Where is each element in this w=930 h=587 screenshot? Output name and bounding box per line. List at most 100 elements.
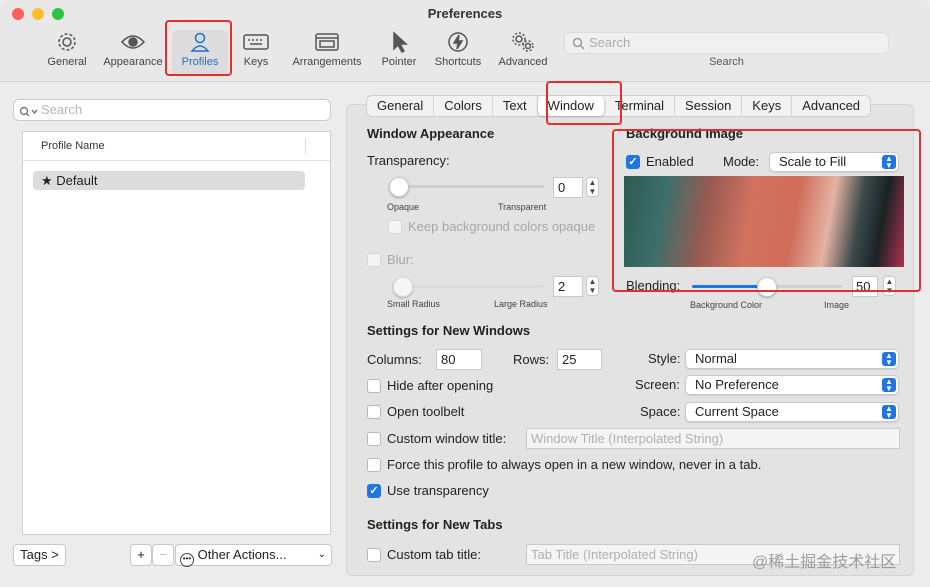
new-tabs-heading: Settings for New Tabs <box>367 517 503 532</box>
star-icon: ★ <box>41 173 53 188</box>
toolbar-general[interactable]: General <box>44 30 90 68</box>
profile-search-input[interactable]: Search <box>13 99 331 121</box>
search-icon <box>19 104 39 124</box>
transparent-label: Transparent <box>498 202 547 212</box>
toolbar-label: Shortcuts <box>434 56 482 68</box>
force-new-window-checkbox[interactable] <box>367 458 381 472</box>
small-radius-label: Small Radius <box>387 299 441 309</box>
space-value: Current Space <box>695 404 779 419</box>
toolbar-search-input[interactable]: Search <box>564 32 889 54</box>
open-toolbelt-label: Open toolbelt <box>387 404 465 419</box>
tags-button[interactable]: Tags > <box>13 544 66 566</box>
rows-label: Rows: <box>513 352 550 367</box>
screen-select[interactable]: No Preference ▲ ▼ <box>685 375 899 395</box>
space-select[interactable]: Current Space ▲ ▼ <box>685 402 899 422</box>
tab-general[interactable]: General <box>367 96 435 116</box>
other-actions-dropdown[interactable]: ••• Other Actions... ⌄ <box>175 544 332 567</box>
transparency-slider-track[interactable] <box>392 185 544 188</box>
blur-checkbox[interactable] <box>367 253 381 267</box>
profile-row-default[interactable]: ★ Default <box>33 171 305 190</box>
keyboard-icon <box>240 30 272 54</box>
transparency-stepper[interactable]: ▲ ▼ <box>586 177 599 197</box>
search-icon <box>572 36 585 56</box>
gears-icon <box>496 30 550 54</box>
search-placeholder: Search <box>589 35 631 50</box>
profile-list: Profile Name ★ Default <box>22 131 331 535</box>
column-header-label: Profile Name <box>41 140 105 152</box>
highlight-box-background-image <box>612 129 921 292</box>
title-bar: Preferences General Appearance Profiles … <box>0 0 930 82</box>
highlight-box-profiles <box>165 20 232 76</box>
toolbar-arrangements[interactable]: Arrangements <box>288 30 366 68</box>
window-title-input[interactable]: Window Title (Interpolated String) <box>526 428 900 449</box>
transparency-label: Transparency: <box>367 153 450 168</box>
lightning-icon <box>430 30 486 54</box>
style-label: Style: <box>648 351 681 366</box>
keep-opaque-label: Keep background colors opaque <box>408 219 596 234</box>
use-transparency-label: Use transparency <box>387 483 489 498</box>
tab-advanced[interactable]: Advanced <box>792 96 870 116</box>
hide-after-opening-label: Hide after opening <box>387 378 494 393</box>
remove-profile-button[interactable]: − <box>152 544 174 566</box>
tab-session[interactable]: Session <box>675 96 743 116</box>
toolbar-label: Keys <box>243 56 269 68</box>
highlight-box-window-tab <box>546 81 622 125</box>
eye-icon <box>100 30 166 54</box>
image-label: Image <box>824 300 850 310</box>
search-placeholder: Search <box>41 102 83 117</box>
add-profile-button[interactable]: + <box>130 544 152 566</box>
columns-field[interactable]: 80 <box>436 349 482 370</box>
space-label: Space: <box>640 404 681 419</box>
profile-name-column-header[interactable]: Profile Name <box>23 132 330 161</box>
gear-icon <box>44 30 90 54</box>
force-new-window-label: Force this profile to always open in a n… <box>387 457 762 472</box>
blur-value-field[interactable]: 2 <box>553 276 583 297</box>
toolbar-advanced[interactable]: Advanced <box>496 30 550 68</box>
tab-colors[interactable]: Colors <box>434 96 493 116</box>
windows-icon <box>288 30 366 54</box>
blur-stepper[interactable]: ▲ ▼ <box>586 276 599 296</box>
rows-field[interactable]: 25 <box>557 349 602 370</box>
style-value: Normal <box>695 351 737 366</box>
screen-label: Screen: <box>635 377 680 392</box>
watermark: @稀土掘金技术社区 <box>752 554 897 571</box>
large-radius-label: Large Radius <box>494 299 548 309</box>
toolbar-label: General <box>47 56 87 68</box>
blur-slider-knob[interactable] <box>393 277 413 297</box>
keep-opaque-checkbox[interactable] <box>388 220 402 234</box>
custom-window-title-label: Custom window title: <box>387 431 507 446</box>
tab-text[interactable]: Text <box>493 96 538 116</box>
new-windows-heading: Settings for New Windows <box>367 323 531 338</box>
chevron-down-icon: ⌄ <box>317 549 326 560</box>
style-select[interactable]: Normal ▲ ▼ <box>685 349 899 369</box>
toolbar-label: Arrangements <box>292 56 362 68</box>
tab-keys[interactable]: Keys <box>742 96 793 116</box>
toolbar-label: Appearance <box>103 56 163 68</box>
toolbar-keys[interactable]: Keys <box>240 30 272 68</box>
updown-chevron-icon: ▲ ▼ <box>882 352 896 367</box>
columns-label: Columns: <box>367 352 422 367</box>
window-appearance-heading: Window Appearance <box>367 126 495 141</box>
toolbar-appearance[interactable]: Appearance <box>100 30 166 68</box>
custom-tab-title-checkbox[interactable] <box>367 548 381 562</box>
preferences-window: Preferences General Appearance Profiles … <box>0 0 930 587</box>
toolbar-pointer[interactable]: Pointer <box>378 30 420 68</box>
open-toolbelt-checkbox[interactable] <box>367 405 381 419</box>
custom-tab-title-label: Custom tab title: <box>387 547 481 562</box>
background-color-label: Background Color <box>690 300 763 310</box>
custom-window-title-checkbox[interactable] <box>367 432 381 446</box>
transparency-value-field[interactable]: 0 <box>553 177 583 198</box>
transparency-slider-knob[interactable] <box>389 177 409 197</box>
toolbar-shortcuts[interactable]: Shortcuts <box>430 30 486 68</box>
search-label: Search <box>709 56 744 68</box>
screen-value: No Preference <box>695 377 779 392</box>
pointer-icon <box>378 30 420 54</box>
updown-chevron-icon: ▲ ▼ <box>882 378 896 393</box>
use-transparency-checkbox[interactable]: ✓ <box>367 484 381 498</box>
window-title: Preferences <box>427 6 503 21</box>
toolbar-label: Pointer <box>381 56 417 68</box>
hide-after-opening-checkbox[interactable] <box>367 379 381 393</box>
profile-name: Default <box>56 173 98 188</box>
blur-slider-track[interactable] <box>392 285 544 288</box>
other-actions-label: Other Actions... <box>197 547 287 562</box>
